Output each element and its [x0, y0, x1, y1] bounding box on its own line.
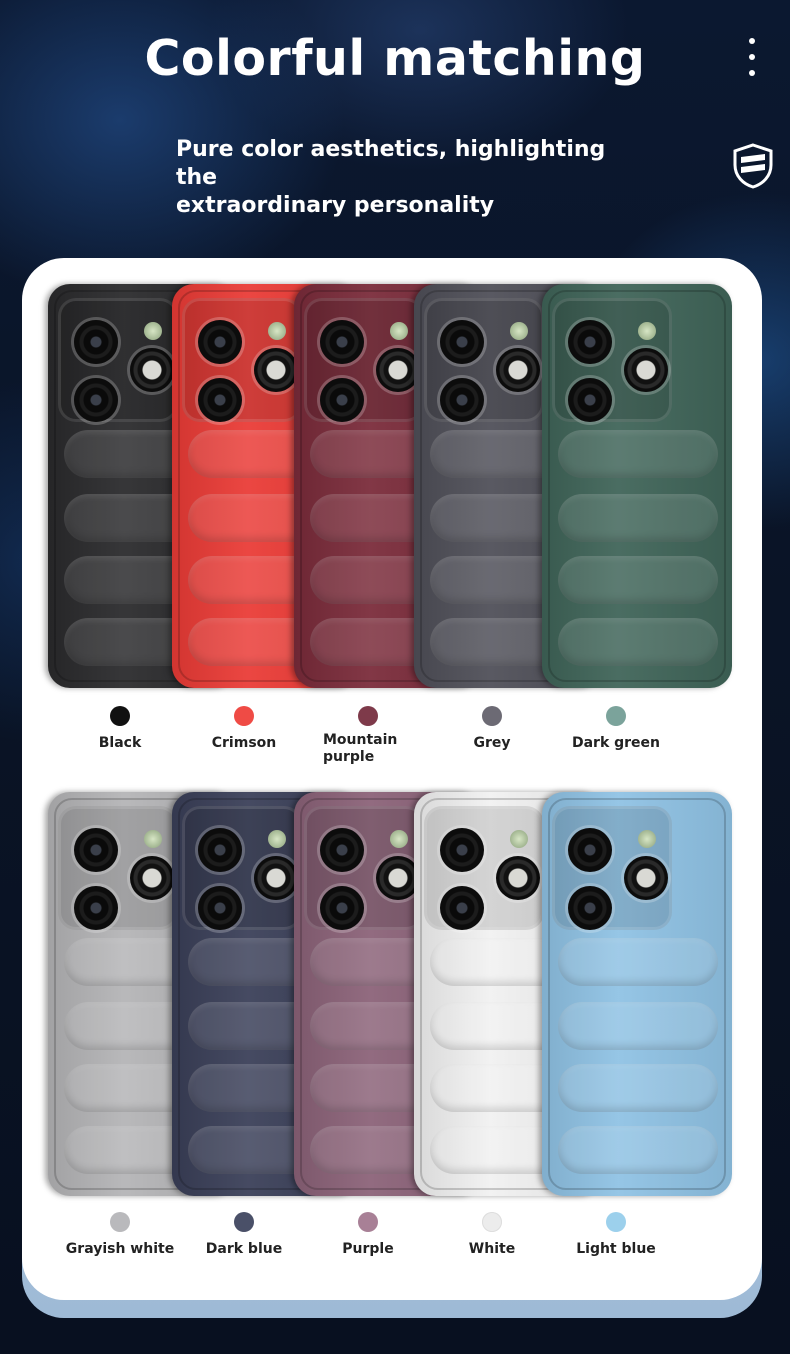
- camera-module: [424, 298, 544, 422]
- camera-lens-icon: [254, 348, 298, 392]
- camera-lens-icon: [496, 856, 540, 900]
- subtitle-line-2: extraordinary personality: [176, 193, 495, 218]
- camera-lens-icon: [320, 320, 364, 364]
- flash-icon: [144, 830, 162, 848]
- flash-icon: [638, 830, 656, 848]
- color-option-white[interactable]: White: [422, 1212, 562, 1258]
- camera-lens-icon: [198, 828, 242, 872]
- color-swatch: [482, 1212, 502, 1232]
- camera-lens-icon: [130, 856, 174, 900]
- color-legend-row-2: Grayish white Dark blue Purple White Light b…: [40, 1212, 740, 1292]
- subtitle-line-1: Pure color aesthetics, highlighting the: [176, 137, 606, 190]
- camera-lens-icon: [198, 378, 242, 422]
- camera-lens-icon: [74, 378, 118, 422]
- camera-module: [182, 806, 302, 930]
- camera-lens-icon: [74, 886, 118, 930]
- color-label: Mountain purple: [323, 732, 398, 765]
- flash-icon: [510, 830, 528, 848]
- camera-lens-icon: [624, 348, 668, 392]
- color-option-mountain-purple[interactable]: Mountain purple: [298, 706, 438, 766]
- camera-lens-icon: [74, 828, 118, 872]
- camera-lens-icon: [440, 320, 484, 364]
- color-option-purple[interactable]: Purple: [298, 1212, 438, 1258]
- camera-module: [424, 806, 544, 930]
- shield-badge-icon: [733, 143, 773, 189]
- grip-pad: [558, 1064, 718, 1112]
- color-swatch: [234, 706, 254, 726]
- phone-case-light-blue[interactable]: [542, 792, 732, 1196]
- color-swatch: [482, 706, 502, 726]
- camera-lens-icon: [198, 320, 242, 364]
- camera-lens-icon: [254, 856, 298, 900]
- color-label: Light blue: [576, 1241, 656, 1257]
- flash-icon: [144, 322, 162, 340]
- camera-lens-icon: [320, 886, 364, 930]
- color-option-dark-green[interactable]: Dark green: [546, 706, 686, 752]
- flash-icon: [268, 830, 286, 848]
- grip-pad: [558, 938, 718, 986]
- flash-icon: [638, 322, 656, 340]
- camera-lens-icon: [320, 378, 364, 422]
- camera-lens-icon: [440, 886, 484, 930]
- camera-lens-icon: [198, 886, 242, 930]
- color-label: Dark green: [571, 735, 661, 751]
- grip-pad: [558, 430, 718, 478]
- phone-case-dark-green[interactable]: [542, 284, 732, 688]
- camera-lens-icon: [320, 828, 364, 872]
- flash-icon: [510, 322, 528, 340]
- flash-icon: [390, 830, 408, 848]
- color-swatch: [358, 1212, 378, 1232]
- camera-module: [552, 806, 672, 930]
- color-swatch: [110, 706, 130, 726]
- color-swatch: [606, 706, 626, 726]
- flash-icon: [390, 322, 408, 340]
- camera-module: [58, 806, 178, 930]
- color-option-crimson[interactable]: Crimson: [174, 706, 314, 752]
- phone-row-2: [48, 792, 738, 1202]
- color-swatch: [358, 706, 378, 726]
- color-swatch: [110, 1212, 130, 1232]
- color-label: Purple: [342, 1241, 394, 1257]
- camera-lens-icon: [568, 828, 612, 872]
- camera-module: [182, 298, 302, 422]
- camera-lens-icon: [130, 348, 174, 392]
- grip-pad: [558, 494, 718, 542]
- phone-row-1: [48, 284, 738, 694]
- camera-module: [552, 298, 672, 422]
- color-option-grayish-white[interactable]: Grayish white: [50, 1212, 190, 1258]
- color-label: Grey: [473, 735, 511, 751]
- camera-lens-icon: [624, 856, 668, 900]
- grip-pad: [558, 618, 718, 666]
- camera-lens-icon: [74, 320, 118, 364]
- page-title: Colorful matching: [144, 30, 646, 87]
- camera-lens-icon: [440, 378, 484, 422]
- color-option-light-blue[interactable]: Light blue: [546, 1212, 686, 1258]
- color-option-grey[interactable]: Grey: [422, 706, 562, 752]
- camera-lens-icon: [496, 348, 540, 392]
- flash-icon: [268, 322, 286, 340]
- color-label: White: [468, 1241, 516, 1257]
- color-label: Dark blue: [205, 1241, 283, 1257]
- color-option-dark-blue[interactable]: Dark blue: [174, 1212, 314, 1258]
- color-option-black[interactable]: Black: [50, 706, 190, 752]
- more-vertical-icon[interactable]: [744, 36, 760, 92]
- grip-pad: [558, 556, 718, 604]
- camera-module: [304, 806, 424, 930]
- color-label: Grayish white: [65, 1241, 175, 1257]
- color-swatch: [234, 1212, 254, 1232]
- camera-lens-icon: [568, 886, 612, 930]
- camera-module: [58, 298, 178, 422]
- camera-lens-icon: [440, 828, 484, 872]
- grip-pad: [558, 1002, 718, 1050]
- camera-module: [304, 298, 424, 422]
- camera-lens-icon: [568, 378, 612, 422]
- grip-pad: [558, 1126, 718, 1174]
- color-label: Crimson: [211, 735, 277, 751]
- color-swatch: [606, 1212, 626, 1232]
- color-label: Black: [98, 735, 142, 751]
- page-subtitle: Pure color aesthetics, highlighting the …: [176, 136, 646, 220]
- color-legend-row-1: Black Crimson Mountain purple Grey Dark gree…: [40, 706, 740, 786]
- camera-lens-icon: [568, 320, 612, 364]
